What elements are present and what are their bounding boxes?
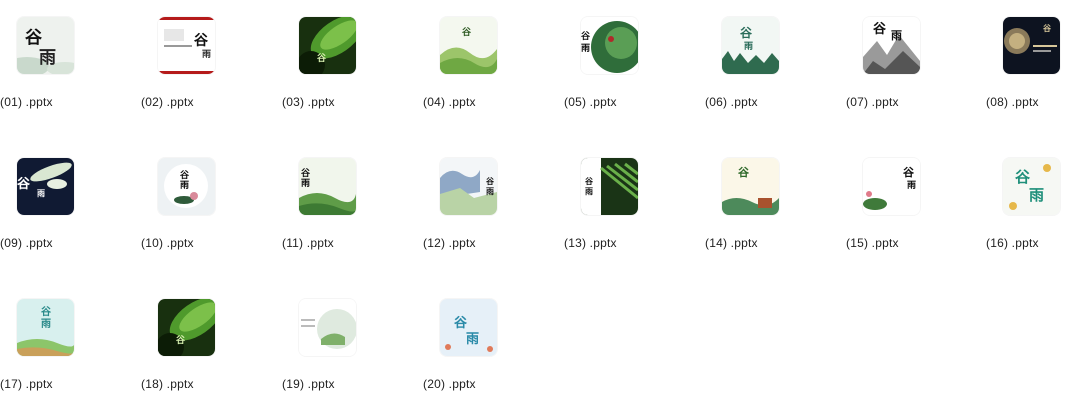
svg-text:雨: 雨 [39,48,56,68]
svg-text:谷: 谷 [1015,168,1031,186]
pptx-thumbnail-icon[interactable]: 谷雨 [299,158,356,215]
pptx-thumbnail-icon[interactable]: 谷 [158,299,215,356]
file-name: (13) .pptx [564,236,617,250]
pptx-thumbnail-icon[interactable]: 谷雨 [863,17,920,74]
pptx-thumbnail-icon[interactable]: 谷雨 [158,17,215,74]
file-name: (14) .pptx [705,236,758,250]
pptx-thumbnail-icon[interactable]: 谷雨 [581,17,638,74]
file-name: (12) .pptx [423,236,476,250]
file-name: (06) .pptx [705,95,758,109]
file-name: (20) .pptx [423,377,476,391]
svg-text:雨: 雨 [744,41,753,52]
pptx-thumbnail-icon[interactable]: 谷雨 [863,158,920,215]
svg-text:谷: 谷 [301,167,311,179]
file-name: (02) .pptx [141,95,194,109]
svg-text:谷: 谷 [317,52,327,64]
file-name: (19) .pptx [282,377,335,391]
file-name: (04) .pptx [423,95,476,109]
svg-text:谷: 谷 [25,28,43,48]
file-item[interactable]: 谷 (14) .pptx [705,141,805,261]
file-item[interactable]: 谷雨 (16) .pptx [986,141,1080,261]
file-name: (16) .pptx [986,236,1039,250]
svg-text:雨: 雨 [486,186,494,196]
file-name: (09) .pptx [0,236,53,250]
pptx-thumbnail-icon[interactable]: 谷 [722,158,779,215]
pptx-thumbnail-icon[interactable] [299,299,356,356]
svg-text:谷: 谷 [462,26,472,38]
pptx-thumbnail-icon[interactable]: 谷雨 [581,158,638,215]
file-item[interactable]: 谷雨 (01) .pptx [0,0,100,120]
svg-text:谷: 谷 [41,305,52,318]
svg-text:雨: 雨 [1029,186,1044,204]
pptx-thumbnail-icon[interactable]: 谷雨 [1003,158,1060,215]
file-name: (05) .pptx [564,95,617,109]
svg-text:谷: 谷 [740,25,753,40]
file-item[interactable]: 谷雨 (10) .pptx [141,141,241,261]
pptx-thumbnail-icon[interactable]: 谷 [1003,17,1060,74]
svg-text:雨: 雨 [37,188,45,198]
file-name: (15) .pptx [846,236,899,250]
pptx-thumbnail-icon[interactable]: 谷雨 [17,299,74,356]
pptx-thumbnail-icon[interactable]: 谷 [299,17,356,74]
svg-text:谷: 谷 [17,176,31,192]
svg-text:谷: 谷 [1042,23,1052,33]
svg-text:雨: 雨 [907,180,916,191]
svg-text:雨: 雨 [180,180,189,191]
pptx-thumbnail-icon[interactable]: 谷雨 [440,299,497,356]
file-name: (10) .pptx [141,236,194,250]
pptx-thumbnail-icon[interactable]: 谷雨 [17,158,74,215]
file-item[interactable]: 谷雨 (12) .pptx [423,141,523,261]
pptx-thumbnail-icon[interactable]: 谷雨 [17,17,74,74]
file-name: (11) .pptx [282,236,334,250]
pptx-thumbnail-icon[interactable]: 谷雨 [440,158,497,215]
pptx-thumbnail-icon[interactable]: 谷雨 [722,17,779,74]
file-name: (07) .pptx [846,95,899,109]
file-item[interactable]: 谷雨 (05) .pptx [564,0,664,120]
file-item[interactable]: 谷雨 (02) .pptx [141,0,241,120]
svg-text:雨: 雨 [301,178,310,189]
svg-text:谷: 谷 [584,176,594,186]
file-name: (17) .pptx [0,377,53,391]
svg-text:谷: 谷 [176,334,186,346]
file-item[interactable]: 谷雨 (11) .pptx [282,141,382,261]
svg-text:谷: 谷 [873,21,887,37]
svg-text:雨: 雨 [41,318,51,330]
file-item[interactable]: 谷雨 (20) .pptx [423,282,523,402]
svg-text:谷: 谷 [485,176,495,186]
svg-text:雨: 雨 [466,332,479,347]
file-item[interactable]: 谷雨 (09) .pptx [0,141,100,261]
file-item[interactable]: 谷雨 (07) .pptx [846,0,946,120]
file-item[interactable]: 谷雨 (15) .pptx [846,141,946,261]
file-item[interactable]: 谷 (04) .pptx [423,0,523,120]
file-name: (08) .pptx [986,95,1039,109]
file-item[interactable]: 谷 (18) .pptx [141,282,241,402]
svg-text:谷: 谷 [180,169,190,181]
svg-text:谷: 谷 [581,30,591,42]
svg-text:雨: 雨 [202,49,211,60]
file-item[interactable]: 谷雨 (17) .pptx [0,282,100,402]
svg-text:谷: 谷 [454,315,468,331]
pptx-thumbnail-icon[interactable]: 谷雨 [158,158,215,215]
file-item[interactable]: 谷 (03) .pptx [282,0,382,120]
file-item[interactable]: 谷雨 (06) .pptx [705,0,805,120]
svg-text:谷: 谷 [903,165,915,179]
file-item[interactable]: 谷雨 (13) .pptx [564,141,664,261]
svg-text:谷: 谷 [194,33,209,49]
svg-text:谷: 谷 [738,165,750,179]
svg-text:雨: 雨 [891,29,902,42]
file-grid: 谷雨 (01) .pptx 谷雨 (02) .pptx 谷 (03) .pptx 谷(… [0,0,1080,414]
svg-text:雨: 雨 [585,186,593,196]
file-item[interactable]: 谷 (08) .pptx [986,0,1080,120]
file-name: (01) .pptx [0,95,53,109]
svg-text:雨: 雨 [581,43,590,54]
pptx-thumbnail-icon[interactable]: 谷 [440,17,497,74]
file-item[interactable]: (19) .pptx [282,282,382,402]
file-name: (03) .pptx [282,95,335,109]
file-name: (18) .pptx [141,377,194,391]
